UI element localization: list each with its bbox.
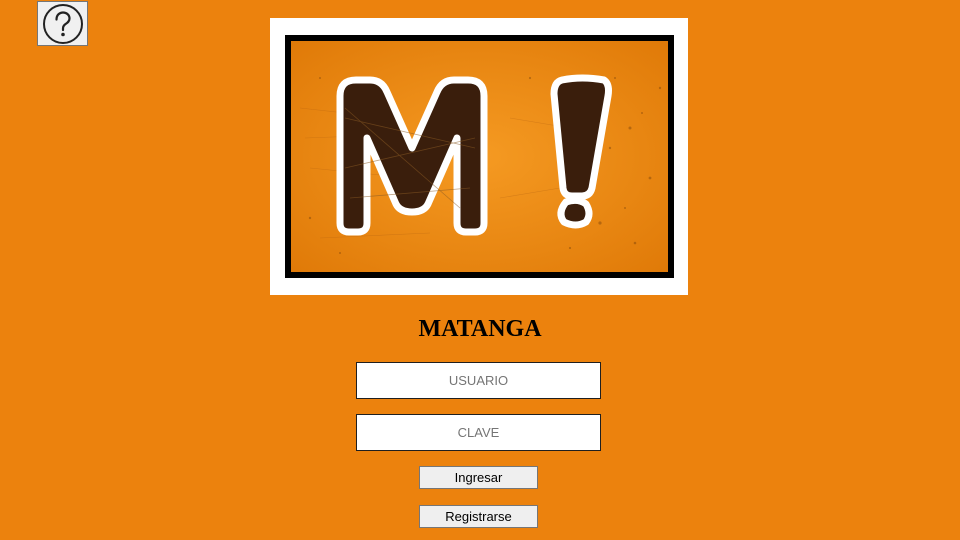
password-input[interactable]: [356, 414, 601, 451]
app-logo: [270, 18, 688, 295]
login-page: MATANGA Ingresar Registrarse: [0, 0, 960, 540]
question-circle-icon: [42, 3, 83, 44]
register-button[interactable]: Registrarse: [419, 505, 538, 528]
help-button[interactable]: [37, 1, 88, 46]
username-input[interactable]: [356, 362, 601, 399]
login-button[interactable]: Ingresar: [419, 466, 538, 489]
page-title: MATANGA: [418, 316, 542, 342]
